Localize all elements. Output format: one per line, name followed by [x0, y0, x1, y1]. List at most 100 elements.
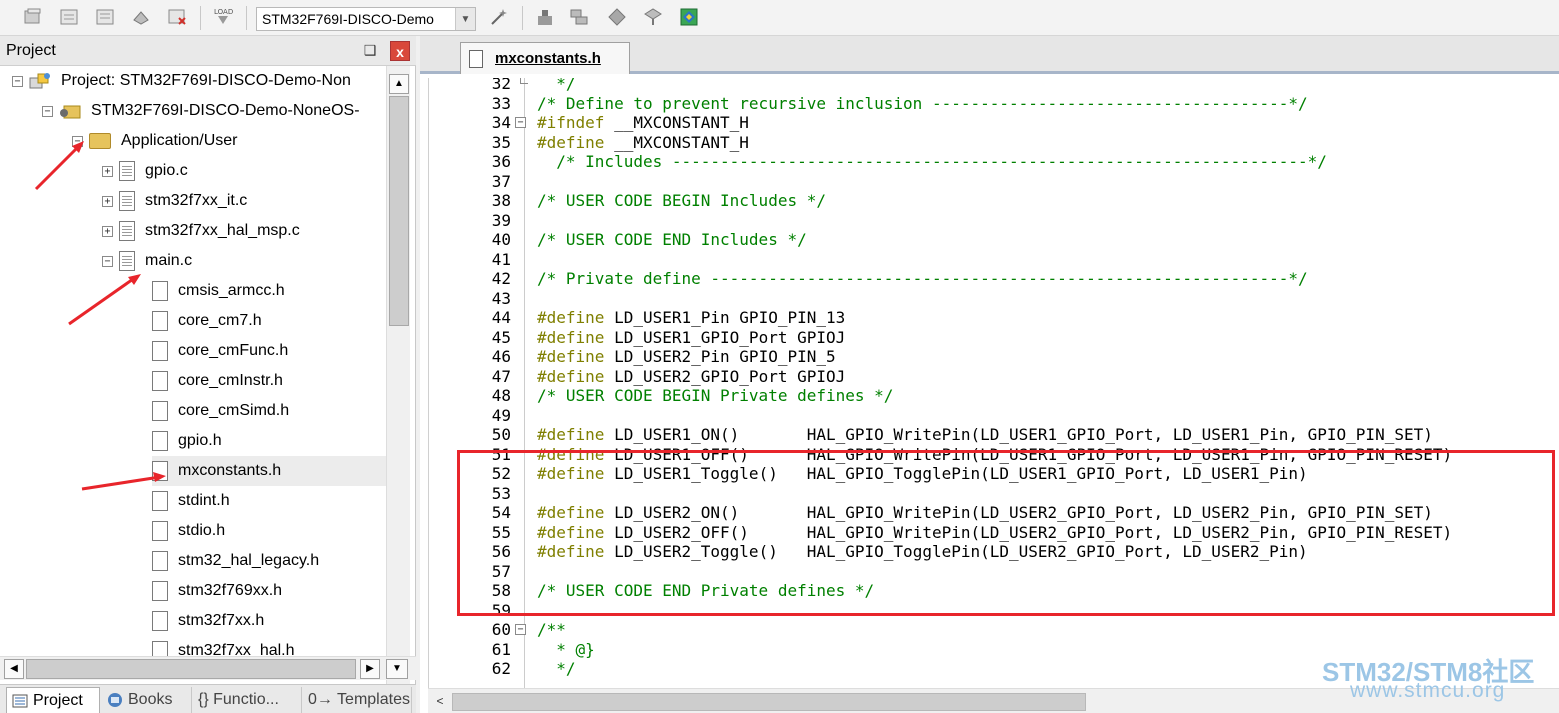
tree-horizontal-scrollbar[interactable]: ◀ ▶ ▼: [0, 656, 416, 680]
tree-item[interactable]: + stm32f7xx_it.c: [102, 186, 386, 216]
tree-item[interactable]: core_cmInstr.h: [152, 366, 386, 396]
target-select[interactable]: STM32F769I-DISCO-Demo ▼: [256, 7, 476, 31]
code-line[interactable]: 41: [429, 250, 1559, 270]
target-icon: [59, 102, 81, 120]
tree-item[interactable]: − main.c: [102, 246, 386, 276]
code-line[interactable]: 40 /* USER CODE END Includes */: [429, 230, 1559, 250]
code-text-area[interactable]: 32 */33/* Define to prevent recursive in…: [428, 78, 1559, 688]
code-line[interactable]: 60−/**: [429, 620, 1559, 640]
build-icon[interactable]: [92, 4, 118, 30]
code-line[interactable]: 44 #define LD_USER1_Pin GPIO_PIN_13: [429, 308, 1559, 328]
tab-project[interactable]: Project: [6, 687, 100, 713]
code-line[interactable]: 59: [429, 601, 1559, 621]
rebuild-icon[interactable]: [128, 4, 154, 30]
code-line[interactable]: 55 #define LD_USER2_OFF() HAL_GPIO_WriteP…: [429, 523, 1559, 543]
pin-icon[interactable]: ❑: [362, 42, 378, 58]
close-panel-button[interactable]: x: [390, 41, 410, 61]
expand-icon[interactable]: +: [102, 165, 113, 177]
line-number: 47: [491, 366, 511, 386]
expand-icon[interactable]: +: [102, 225, 113, 237]
expand-icon[interactable]: +: [102, 195, 113, 207]
collapse-icon[interactable]: −: [42, 105, 53, 117]
file-extensions-icon[interactable]: [532, 4, 558, 30]
code-line[interactable]: 43: [429, 289, 1559, 309]
collapse-icon[interactable]: −: [12, 75, 23, 87]
code-line[interactable]: 32 */: [429, 78, 1559, 94]
code-line[interactable]: 53: [429, 484, 1559, 504]
code-line[interactable]: 34− #ifndef __MXCONSTANT_H: [429, 113, 1559, 133]
tree-item[interactable]: stdio.h: [152, 516, 386, 546]
tree-item[interactable]: core_cm7.h: [152, 306, 386, 336]
tree-item[interactable]: cmsis_armcc.h: [152, 276, 386, 306]
tree-item[interactable]: stdint.h: [152, 486, 386, 516]
batch-setup-icon[interactable]: [20, 4, 46, 30]
code-text: /**: [537, 620, 566, 640]
fold-collapse-icon[interactable]: −: [515, 117, 526, 128]
tree-item[interactable]: stm32_hal_legacy.h: [152, 546, 386, 576]
code-line[interactable]: 38 /* USER CODE BEGIN Includes */: [429, 191, 1559, 211]
code-line[interactable]: 57: [429, 562, 1559, 582]
stm32cubemx-icon[interactable]: [676, 4, 702, 30]
tree-item[interactable]: stm32f769xx.h: [152, 576, 386, 606]
scrollbar-thumb[interactable]: [26, 659, 356, 679]
fold-collapse-icon[interactable]: −: [515, 624, 526, 635]
tree-item[interactable]: core_cmSimd.h: [152, 396, 386, 426]
code-line[interactable]: 51 #define LD_USER1_OFF() HAL_GPIO_WriteP…: [429, 445, 1559, 465]
code-text: */: [537, 659, 575, 679]
code-line[interactable]: 54 #define LD_USER2_ON() HAL_GPIO_WritePi…: [429, 503, 1559, 523]
scroll-up-arrow-icon[interactable]: ▲: [389, 74, 409, 94]
scrollbar-thumb[interactable]: [452, 693, 1086, 711]
code-line[interactable]: 48 /* USER CODE BEGIN Private defines */: [429, 386, 1559, 406]
stop-build-icon[interactable]: [164, 4, 190, 30]
tree-item[interactable]: mxconstants.h: [152, 456, 386, 486]
code-line[interactable]: 58 /* USER CODE END Private defines */: [429, 581, 1559, 601]
line-number: 61: [491, 639, 511, 659]
tree-item[interactable]: + gpio.c: [102, 156, 386, 186]
code-line[interactable]: 42 /* Private define --------------------…: [429, 269, 1559, 289]
tree-item[interactable]: − Project: STM32F769I-DISCO-Demo-Non: [12, 66, 386, 96]
file-icon: [152, 611, 168, 631]
code-comment: /**: [537, 620, 566, 639]
scroll-left-arrow-icon[interactable]: ◀: [4, 659, 24, 679]
code-line[interactable]: 33 /* Define to prevent recursive inclusi…: [429, 94, 1559, 114]
tree-item[interactable]: core_cmFunc.h: [152, 336, 386, 366]
code-line[interactable]: 56 #define LD_USER2_Toggle() HAL_GPIO_Tog…: [429, 542, 1559, 562]
pack-installer-icon[interactable]: [604, 4, 630, 30]
line-number: 56: [491, 542, 511, 561]
tree-item-label: main.c: [145, 252, 193, 269]
code-line[interactable]: 45 #define LD_USER1_GPIO_Port GPIOJ: [429, 328, 1559, 348]
code-line[interactable]: 50 #define LD_USER1_ON() HAL_GPIO_WritePi…: [429, 425, 1559, 445]
collapse-icon[interactable]: −: [102, 255, 113, 267]
select-packs-icon[interactable]: [640, 4, 666, 30]
tree-item[interactable]: − Application/User: [72, 126, 386, 156]
tab-mxconstants-h[interactable]: mxconstants.h: [460, 42, 630, 74]
translate-icon[interactable]: [56, 4, 82, 30]
tree-item[interactable]: gpio.h: [152, 426, 386, 456]
chevron-down-icon[interactable]: ▼: [455, 8, 475, 30]
code-line[interactable]: 49: [429, 406, 1559, 426]
code-line[interactable]: 47 #define LD_USER2_GPIO_Port GPIOJ: [429, 367, 1559, 387]
load-download-icon[interactable]: LOAD: [210, 4, 236, 30]
tree-item[interactable]: − STM32F769I-DISCO-Demo-NoneOS-: [42, 96, 386, 126]
scroll-left-arrow-icon[interactable]: <: [430, 691, 450, 711]
scrollbar-thumb[interactable]: [389, 96, 409, 326]
tree-vertical-scrollbar[interactable]: ▲: [386, 66, 410, 686]
tab-books[interactable]: Books: [102, 687, 192, 713]
collapse-icon[interactable]: −: [72, 135, 83, 147]
scroll-right-arrow-icon[interactable]: ▶: [360, 659, 380, 679]
code-line[interactable]: 52 #define LD_USER1_Toggle() HAL_GPIO_Tog…: [429, 464, 1559, 484]
tree-item[interactable]: stm32f7xx.h: [152, 606, 386, 636]
tree-item-label: stm32f7xx_it.c: [145, 192, 248, 209]
manage-components-icon[interactable]: [566, 4, 592, 30]
code-line[interactable]: 36 /* Includes -------------------------…: [429, 152, 1559, 172]
tab-templates[interactable]: 0→ Templates: [304, 687, 412, 713]
tree-item[interactable]: + stm32f7xx_hal_msp.c: [102, 216, 386, 246]
code-line[interactable]: 46 #define LD_USER2_Pin GPIO_PIN_5: [429, 347, 1559, 367]
code-line[interactable]: 35 #define __MXCONSTANT_H: [429, 133, 1559, 153]
target-options-wand-icon[interactable]: [486, 4, 512, 30]
code-line[interactable]: 37: [429, 172, 1559, 192]
code-line[interactable]: 39: [429, 211, 1559, 231]
tab-functions[interactable]: {} Functio...: [194, 687, 302, 713]
scroll-down-arrow-icon[interactable]: ▼: [386, 659, 408, 679]
code-text: /* USER CODE BEGIN Includes */: [537, 191, 826, 211]
